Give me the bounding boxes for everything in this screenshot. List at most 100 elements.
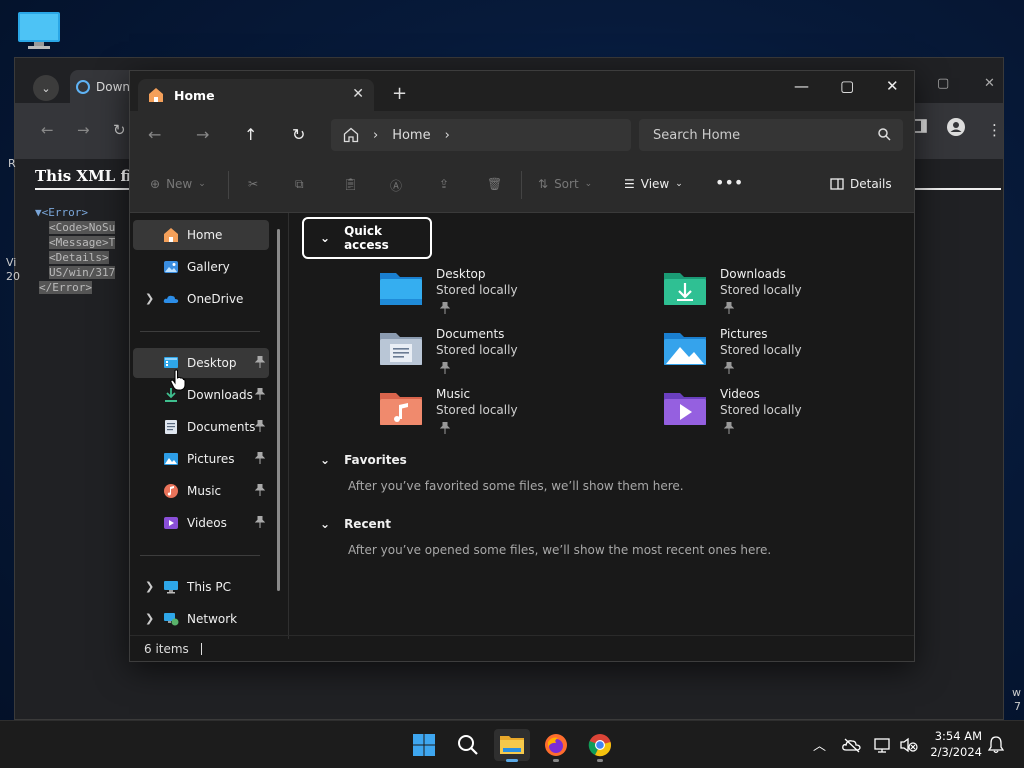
- back-button[interactable]: ←: [148, 125, 161, 144]
- chevron-right-icon[interactable]: ❯: [145, 580, 154, 593]
- xml-error-open-tag[interactable]: ▼<Error>: [35, 205, 115, 220]
- sidebar-item-downloads[interactable]: Downloads: [133, 380, 269, 410]
- sidebar-item-documents[interactable]: Documents: [133, 412, 269, 442]
- browser-reload-icon[interactable]: ↻: [113, 121, 126, 139]
- sidebar-divider: [140, 331, 260, 332]
- maximize-button[interactable]: ▢: [840, 77, 854, 95]
- new-tab-button[interactable]: +: [392, 83, 407, 104]
- up-button[interactable]: ↑: [244, 125, 257, 144]
- details-pane-button[interactable]: Details: [830, 177, 892, 191]
- sidebar-item-music[interactable]: Music: [133, 476, 269, 506]
- item-name: Videos: [720, 387, 760, 401]
- sidebar-item-label: Pictures: [187, 452, 235, 466]
- delete-icon[interactable]: 🗑︎: [487, 177, 502, 191]
- browser-profile-icon[interactable]: [947, 118, 965, 140]
- quick-access-header[interactable]: ⌄ Quick access: [302, 217, 432, 259]
- quick-access-music[interactable]: Music Stored locally: [378, 387, 598, 443]
- address-home-icon: [343, 127, 359, 143]
- browser-back-icon[interactable]: ←: [41, 121, 54, 139]
- tab-search-button[interactable]: ⌄: [33, 75, 59, 101]
- explorer-navbar: ← → ↑ ↻ › Home › Search Home: [130, 111, 914, 157]
- sidebar-item-desktop[interactable]: Desktop: [133, 348, 269, 378]
- address-bar[interactable]: › Home ›: [331, 119, 631, 151]
- quick-access-documents[interactable]: Documents Stored locally: [378, 327, 598, 383]
- desktop-this-pc-icon[interactable]: [16, 10, 62, 50]
- new-button[interactable]: ⊕ New ⌄: [150, 177, 206, 191]
- sidebar-item-label: Home: [187, 228, 223, 242]
- share-icon[interactable]: ⇪: [439, 177, 449, 191]
- sidebar-item-pictures[interactable]: Pictures: [133, 444, 269, 474]
- edge-text-1: R: [8, 157, 16, 170]
- minimize-button[interactable]: —: [794, 77, 809, 95]
- sidebar-item-videos[interactable]: Videos: [133, 508, 269, 538]
- sort-button[interactable]: ⇅ Sort ⌄: [538, 177, 592, 191]
- cut-icon[interactable]: ✂: [248, 177, 258, 191]
- forward-button[interactable]: →: [196, 125, 209, 144]
- show-hidden-icons-chevron-icon[interactable]: ︿: [813, 735, 826, 754]
- pictures-icon: [164, 453, 178, 465]
- navigation-pane: Home Gallery ❯ OneDrive Desktop Download…: [130, 213, 280, 635]
- recent-header[interactable]: ⌄ Recent: [320, 517, 391, 531]
- search-box[interactable]: Search Home: [639, 119, 903, 151]
- browser-close-button[interactable]: ✕: [984, 76, 995, 91]
- sidebar-item-onedrive[interactable]: ❯ OneDrive: [133, 284, 269, 314]
- close-button[interactable]: ✕: [886, 77, 899, 95]
- toolbar-divider: [521, 171, 522, 199]
- tab-close-icon[interactable]: ✕: [352, 86, 364, 102]
- plus-circle-icon: ⊕: [150, 177, 161, 191]
- sidebar-item-network[interactable]: ❯ Network: [133, 604, 269, 634]
- favorites-empty-message: After you’ve favorited some files, we’ll…: [348, 479, 684, 493]
- sidebar-item-home[interactable]: Home: [133, 220, 269, 250]
- status-bar: 6 items: [130, 635, 914, 661]
- running-indicator: [597, 759, 603, 762]
- pane-splitter[interactable]: [288, 213, 289, 639]
- sidebar-item-label: Documents: [187, 420, 256, 434]
- sidebar-item-label: Network: [187, 612, 238, 626]
- quick-access-videos[interactable]: Videos Stored locally: [662, 387, 882, 443]
- notification-bell-icon[interactable]: [988, 736, 1004, 754]
- network-icon[interactable]: [874, 737, 892, 753]
- favorites-header[interactable]: ⌄ Favorites: [320, 453, 407, 467]
- view-button[interactable]: ☰ View ⌄: [624, 177, 683, 191]
- sidebar-item-this-pc[interactable]: ❯ This PC: [133, 572, 269, 602]
- explorer-tab-title: Home: [174, 87, 215, 103]
- taskbar-firefox[interactable]: [538, 729, 574, 762]
- explorer-tab-home[interactable]: Home ✕: [138, 79, 374, 111]
- browser-maximize-button[interactable]: ▢: [937, 76, 949, 91]
- home-icon: [149, 88, 163, 102]
- onedrive-offline-icon[interactable]: [842, 737, 862, 753]
- chevron-right-icon[interactable]: ❯: [145, 612, 154, 625]
- chevron-down-icon: ⌄: [675, 179, 683, 189]
- sidebar-item-gallery[interactable]: Gallery: [133, 252, 269, 282]
- volume-muted-icon[interactable]: [900, 737, 918, 753]
- pictures-folder-icon: [664, 333, 706, 365]
- this-pc-icon: [164, 581, 178, 594]
- chevron-right-icon[interactable]: ❯: [145, 292, 154, 305]
- rename-icon[interactable]: Ⓐ: [390, 177, 402, 194]
- quick-access-pictures[interactable]: Pictures Stored locally: [662, 327, 882, 383]
- taskbar-chrome[interactable]: [582, 729, 618, 762]
- taskbar-file-explorer[interactable]: [494, 729, 530, 762]
- sidebar-scrollbar[interactable]: [277, 229, 280, 591]
- taskbar-search-button[interactable]: [450, 729, 486, 761]
- xml-error-close-tag: </Error>: [39, 281, 92, 294]
- browser-menu-icon[interactable]: ⋮: [987, 121, 1002, 139]
- onedrive-icon: [163, 295, 179, 303]
- breadcrumb-chevron-icon[interactable]: ›: [445, 128, 450, 143]
- quick-access-desktop[interactable]: Desktop Stored locally: [378, 267, 598, 323]
- refresh-button[interactable]: ↻: [292, 125, 305, 144]
- system-clock[interactable]: 3:54 AM 2/3/2024: [926, 728, 982, 760]
- view-list-icon: ☰: [624, 177, 635, 191]
- pin-icon: [724, 422, 734, 434]
- start-button[interactable]: [406, 729, 442, 761]
- quick-access-downloads[interactable]: Downloads Stored locally: [662, 267, 882, 323]
- paste-icon[interactable]: 📋︎: [343, 177, 358, 191]
- browser-forward-icon[interactable]: →: [77, 121, 90, 139]
- sidebar-item-label: Music: [187, 484, 222, 498]
- item-location: Stored locally: [436, 343, 518, 357]
- more-options-icon[interactable]: •••: [715, 173, 743, 192]
- copy-icon[interactable]: ⧉: [295, 177, 304, 192]
- breadcrumb-home[interactable]: Home: [392, 128, 430, 143]
- chevron-down-icon: ⌄: [320, 453, 331, 467]
- browser-sidepanel-icon[interactable]: [913, 119, 927, 137]
